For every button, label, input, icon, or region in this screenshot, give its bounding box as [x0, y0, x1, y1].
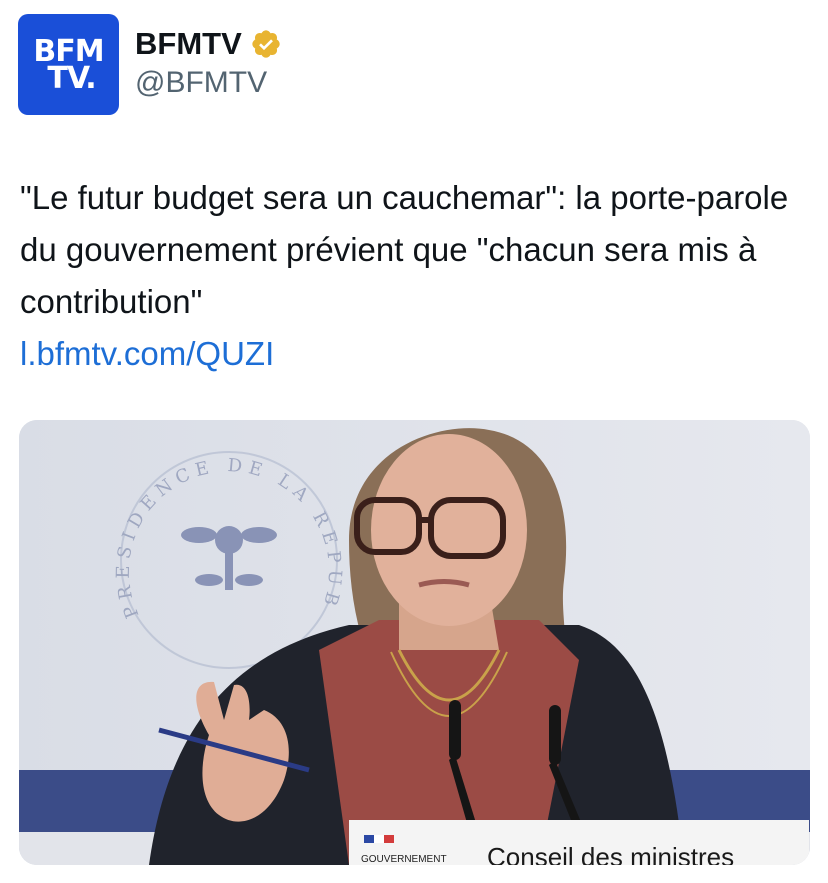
tweet-header: BFM TV. BFMTV @BFMTV: [18, 14, 282, 115]
podium-sign: GOUVERNEMENT Conseil des ministres: [349, 820, 809, 865]
verified-badge-icon: [252, 30, 280, 58]
podium-small-label: GOUVERNEMENT: [361, 854, 447, 865]
tweet-media-photo[interactable]: PRESIDENCE DE LA REPUBLIQUE: [19, 420, 810, 865]
display-name[interactable]: BFMTV: [135, 26, 242, 62]
name-row: BFMTV: [135, 26, 282, 62]
photo-illustration: PRESIDENCE DE LA REPUBLIQUE: [19, 420, 810, 865]
avatar-line2: TV.: [47, 60, 96, 96]
tweet-text: "Le futur budget sera un cauchemar": la …: [20, 179, 789, 320]
tweet-link[interactable]: l.bfmtv.com/QUZI: [20, 328, 274, 380]
account-names: BFMTV @BFMTV: [135, 26, 282, 100]
avatar[interactable]: BFM TV.: [18, 14, 119, 115]
podium-label: Conseil des ministres: [487, 842, 734, 865]
handle[interactable]: @BFMTV: [135, 66, 282, 100]
